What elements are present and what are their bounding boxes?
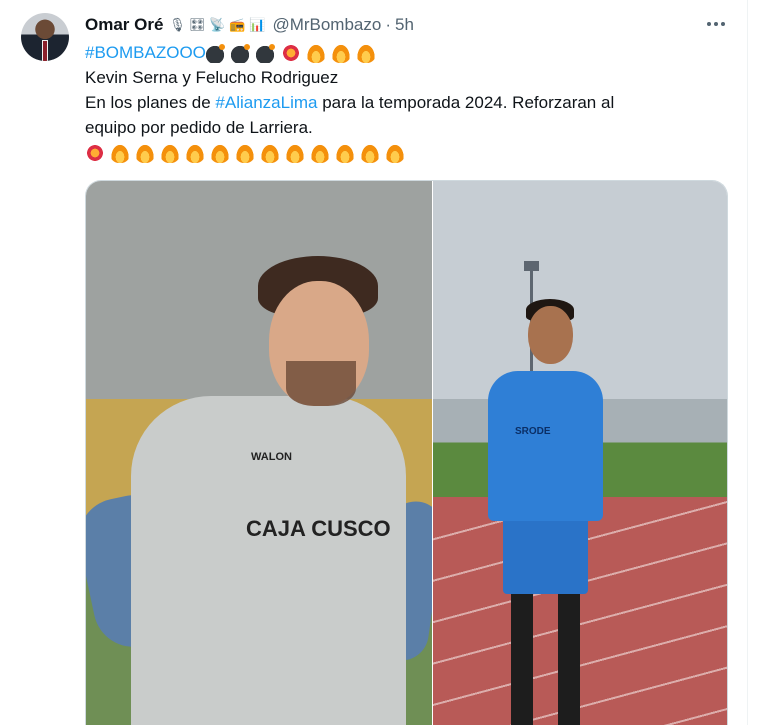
bomb-icon xyxy=(255,42,276,63)
fire-icon xyxy=(235,142,255,163)
tweet-text: #BOMBAZOOO Kevin Serna y Felucho Rodrigu… xyxy=(85,40,725,165)
bomb-icon xyxy=(230,42,251,63)
more-dot-icon xyxy=(721,22,725,26)
line3-suffix: para la temporada 2024. Reforzaran al xyxy=(317,93,615,112)
separator-dot: · xyxy=(385,15,392,34)
microphone-icon: 🎙 xyxy=(169,17,186,32)
hashtag-alianzalima[interactable]: #AlianzaLima xyxy=(215,90,317,115)
fire-icon xyxy=(335,142,355,163)
satellite-antenna-icon: 📡 xyxy=(209,17,226,32)
fire-icon xyxy=(385,142,405,163)
tweet-line-4: equipo por pedido de Larriera. xyxy=(85,118,313,137)
fire-icon xyxy=(285,142,305,163)
avatar-tie xyxy=(43,41,47,61)
fire-icon xyxy=(355,42,376,63)
jersey-brand: SRODE xyxy=(515,426,551,437)
author-emojis: 🎙 🎛 📡 📻 📊 xyxy=(168,16,266,34)
author-name[interactable]: Omar Oré xyxy=(85,15,163,35)
jersey-sponsor: CAJA CUSCO xyxy=(246,516,391,541)
collision-icon xyxy=(280,42,301,63)
tweet-line-2: Kevin Serna y Felucho Rodriguez xyxy=(85,68,339,87)
player-jersey xyxy=(131,396,406,725)
player-leg xyxy=(558,591,580,725)
bomb-icon xyxy=(205,42,226,63)
fire-icon xyxy=(110,142,130,163)
tweet-media: WALON CAJA CUSCO SRODE xyxy=(85,180,728,725)
fire-icon xyxy=(260,142,280,163)
collision-icon xyxy=(85,142,105,163)
tweet-time[interactable]: 5h xyxy=(395,15,414,35)
more-dot-icon xyxy=(707,22,711,26)
player-shorts xyxy=(503,516,588,594)
author-handle[interactable]: @MrBombazo xyxy=(272,15,381,35)
fire-icon xyxy=(185,142,205,163)
player-leg xyxy=(511,591,533,725)
radio-icon: 📻 xyxy=(229,17,246,32)
tweet-line-3: En los planes de #AlianzaLima para la te… xyxy=(85,90,725,115)
jersey-brand: WALON xyxy=(251,451,292,463)
tweet-header: Omar Oré 🎙 🎛 📡 📻 📊 @MrBombazo · 5h xyxy=(85,14,414,36)
fire-icon xyxy=(210,142,230,163)
tweet-line-1: #BOMBAZOOO xyxy=(85,40,725,65)
fire-icon xyxy=(330,42,351,63)
player-beard xyxy=(286,361,356,406)
bar-chart-icon: 📊 xyxy=(249,17,266,32)
control-knobs-icon: 🎛 xyxy=(189,17,206,32)
tweet-line-5 xyxy=(85,140,725,165)
more-options-button[interactable] xyxy=(705,13,727,35)
fire-icon xyxy=(310,142,330,163)
line3-prefix: En los planes de xyxy=(85,93,216,112)
fire-icon xyxy=(160,142,180,163)
hashtag-bombazooo[interactable]: #BOMBAZOOO xyxy=(85,40,206,65)
player-head xyxy=(528,306,573,364)
fire-icon xyxy=(360,142,380,163)
tweet[interactable]: Omar Oré 🎙 🎛 📡 📻 📊 @MrBombazo · 5h #BOMB… xyxy=(0,0,748,725)
player-jersey xyxy=(488,371,603,521)
photo-felucho-rodriguez[interactable]: SRODE xyxy=(433,181,727,725)
avatar[interactable] xyxy=(21,13,69,61)
fire-icon xyxy=(305,42,326,63)
photo-kevin-serna[interactable]: WALON CAJA CUSCO xyxy=(86,181,432,725)
fire-icon xyxy=(135,142,155,163)
more-dot-icon xyxy=(714,22,718,26)
